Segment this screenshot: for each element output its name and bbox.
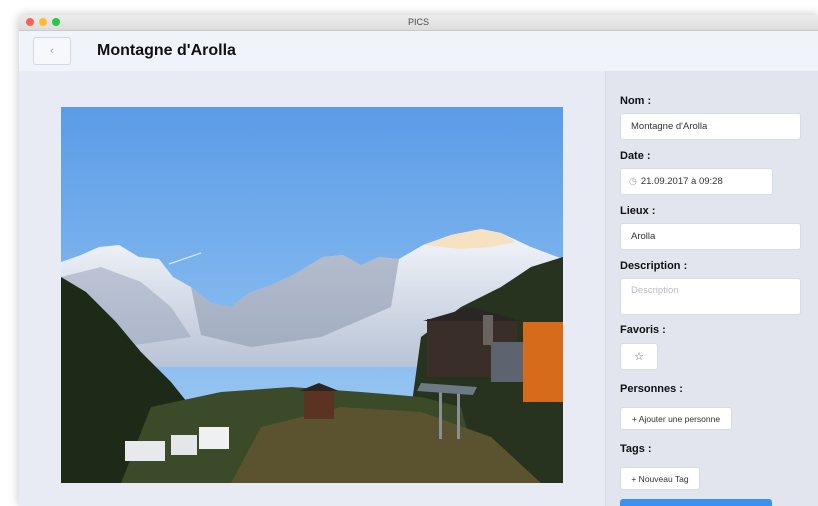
photo	[61, 107, 563, 483]
add-person-button[interactable]: + Ajouter une personne	[620, 407, 732, 430]
page-header: ‹ Montagne d'Arolla	[19, 31, 818, 71]
description-textarea[interactable]: Description	[620, 278, 801, 315]
title-bar: PICS	[19, 15, 818, 31]
window-title: PICS	[407, 17, 429, 27]
photo-area	[19, 71, 605, 506]
details-sidebar: Nom : Montagne d'Arolla Date : ◷ 21.09.2…	[605, 71, 818, 506]
description-label: Description :	[620, 260, 688, 272]
mountain-photo-image	[61, 107, 563, 483]
name-label: Nom :	[620, 95, 652, 107]
people-label: Personnes :	[620, 383, 683, 395]
clock-icon: ◷	[629, 176, 637, 186]
tags-label: Tags :	[620, 443, 652, 455]
favorite-toggle-button[interactable]: ☆	[620, 343, 658, 370]
date-value: 21.09.2017 à 09:28	[640, 176, 723, 187]
primary-action-button[interactable]	[620, 499, 772, 506]
location-label: Lieux :	[620, 205, 656, 217]
name-input[interactable]: Montagne d'Arolla	[620, 113, 801, 140]
page-title: Montagne d'Arolla	[97, 42, 236, 59]
date-label: Date :	[620, 150, 651, 162]
chevron-left-icon: ‹	[50, 45, 54, 57]
new-tag-button[interactable]: + Nouveau Tag	[620, 467, 700, 490]
app-window: PICS ‹ Montagne d'Arolla Nom: Montagne …	[19, 15, 818, 506]
back-button[interactable]: ‹	[33, 37, 71, 65]
location-input[interactable]: Arolla	[620, 223, 801, 250]
star-icon: ☆	[634, 351, 644, 363]
favorites-label: Favoris :	[620, 324, 666, 336]
date-input[interactable]: ◷ 21.09.2017 à 09:28	[620, 168, 773, 195]
